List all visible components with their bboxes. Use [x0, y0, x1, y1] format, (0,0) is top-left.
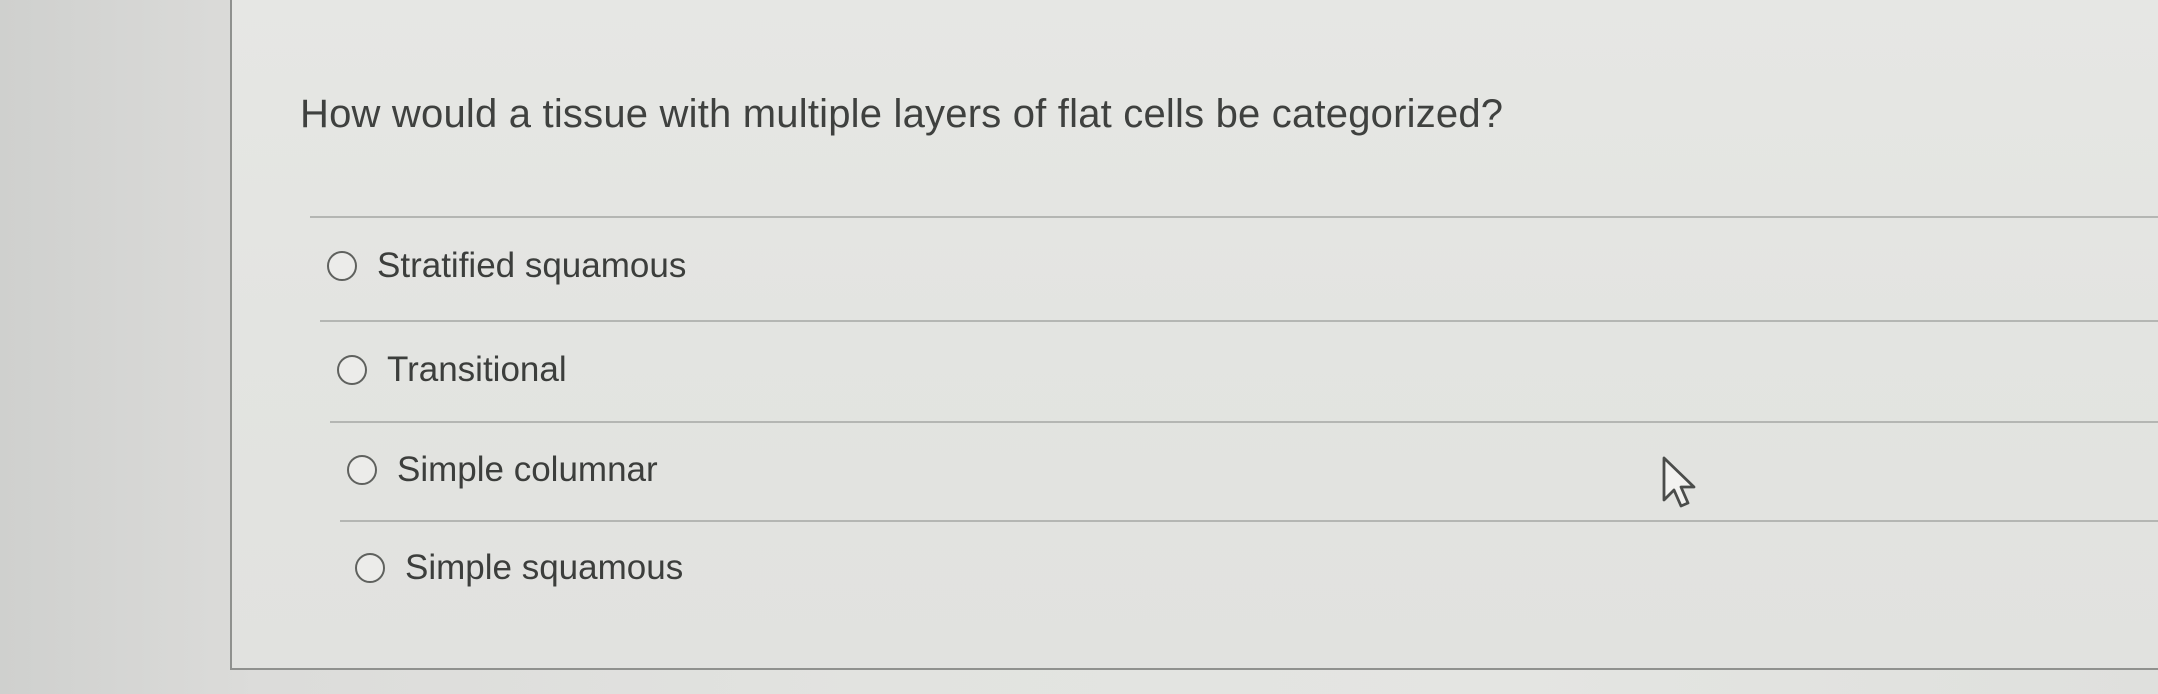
quiz-page: How would a tissue with multiple layers … — [0, 0, 2158, 694]
option-label: Stratified squamous — [377, 246, 687, 285]
divider — [320, 320, 2158, 322]
option-stratified-squamous[interactable]: Stratified squamous — [327, 246, 686, 286]
radio-unchecked-icon[interactable] — [337, 355, 367, 385]
option-transitional[interactable]: Transitional — [337, 350, 567, 390]
option-label: Transitional — [387, 350, 567, 389]
mouse-pointer-icon — [1660, 456, 1700, 517]
radio-unchecked-icon[interactable] — [327, 251, 357, 281]
option-simple-squamous[interactable]: Simple squamous — [355, 548, 683, 588]
option-simple-columnar[interactable]: Simple columnar — [347, 450, 658, 490]
radio-unchecked-icon[interactable] — [355, 553, 385, 583]
divider — [340, 520, 2158, 522]
option-label: Simple squamous — [405, 548, 684, 587]
divider — [310, 216, 2158, 218]
question-text: How would a tissue with multiple layers … — [300, 92, 1504, 136]
option-label: Simple columnar — [397, 450, 658, 489]
divider — [330, 421, 2158, 423]
radio-unchecked-icon[interactable] — [347, 455, 377, 485]
